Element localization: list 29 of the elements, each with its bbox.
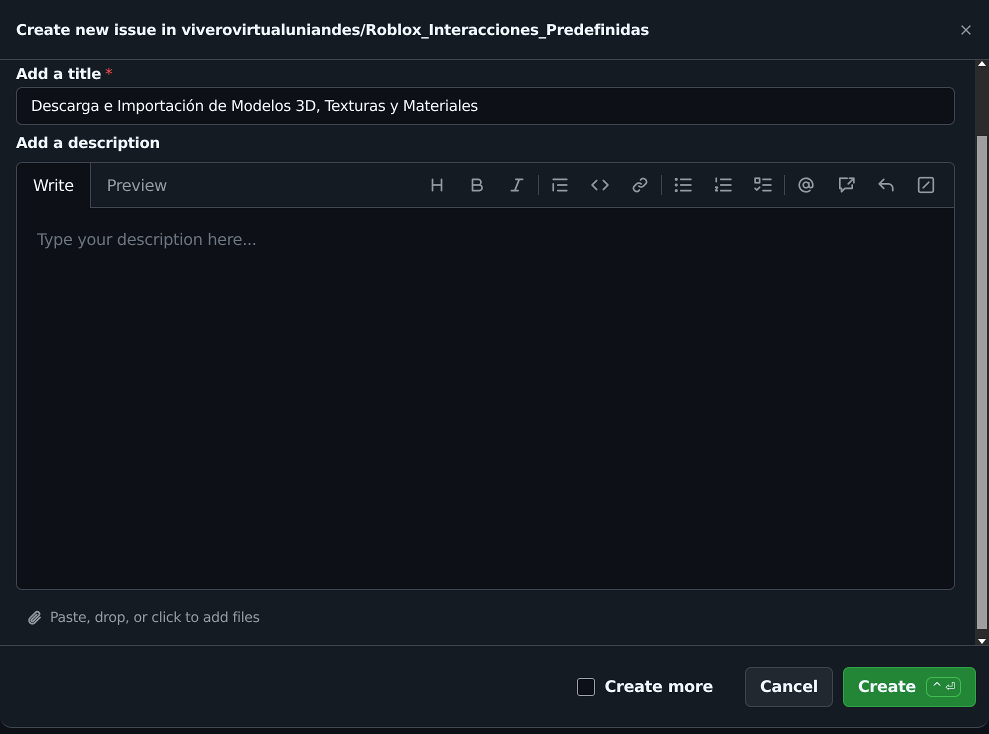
mention-icon[interactable]	[797, 176, 815, 194]
editor-tab[interactable]: Write	[17, 162, 91, 208]
cancel-button[interactable]: Cancel	[745, 666, 833, 706]
checkbox-label: Create more	[604, 677, 714, 696]
attach-hint[interactable]: Paste, drop, or click to add files	[50, 610, 260, 626]
undo-icon[interactable]	[877, 176, 895, 194]
create-button[interactable]: Create ^ ⏎	[842, 666, 976, 706]
close-icon	[959, 22, 973, 36]
numbered-list-icon[interactable]	[714, 176, 732, 194]
dialog-title: Create new issue in viverovirtualuniandes/Roblox_Interacciones_Predefinidas	[16, 20, 650, 38]
field-label: Add a title	[16, 64, 102, 83]
scrollbar[interactable]	[975, 60, 989, 645]
link-icon[interactable]	[631, 176, 649, 194]
editor-tab[interactable]: Preview	[90, 162, 184, 208]
italic-icon[interactable]	[508, 176, 526, 194]
reference-icon[interactable]	[837, 176, 855, 194]
required-mark: *	[105, 64, 112, 83]
scroll-down-icon[interactable]	[978, 639, 986, 645]
checkbox[interactable]	[576, 678, 595, 696]
scroll-up-icon[interactable]	[978, 60, 986, 66]
quote-icon[interactable]	[551, 176, 569, 194]
title-field[interactable]: Descarga e Importación de Modelos 3D, Texturas y Materiales	[16, 87, 955, 125]
shortcut-hint: ^ ⏎	[926, 676, 961, 696]
bullet-list-icon[interactable]	[674, 176, 692, 194]
description-field[interactable]: Type your description here...	[17, 208, 954, 590]
slash-command-icon[interactable]	[917, 176, 935, 194]
task-list-icon[interactable]	[754, 176, 772, 194]
field-label: Add a description	[16, 134, 160, 152]
paperclip-icon	[26, 608, 44, 627]
